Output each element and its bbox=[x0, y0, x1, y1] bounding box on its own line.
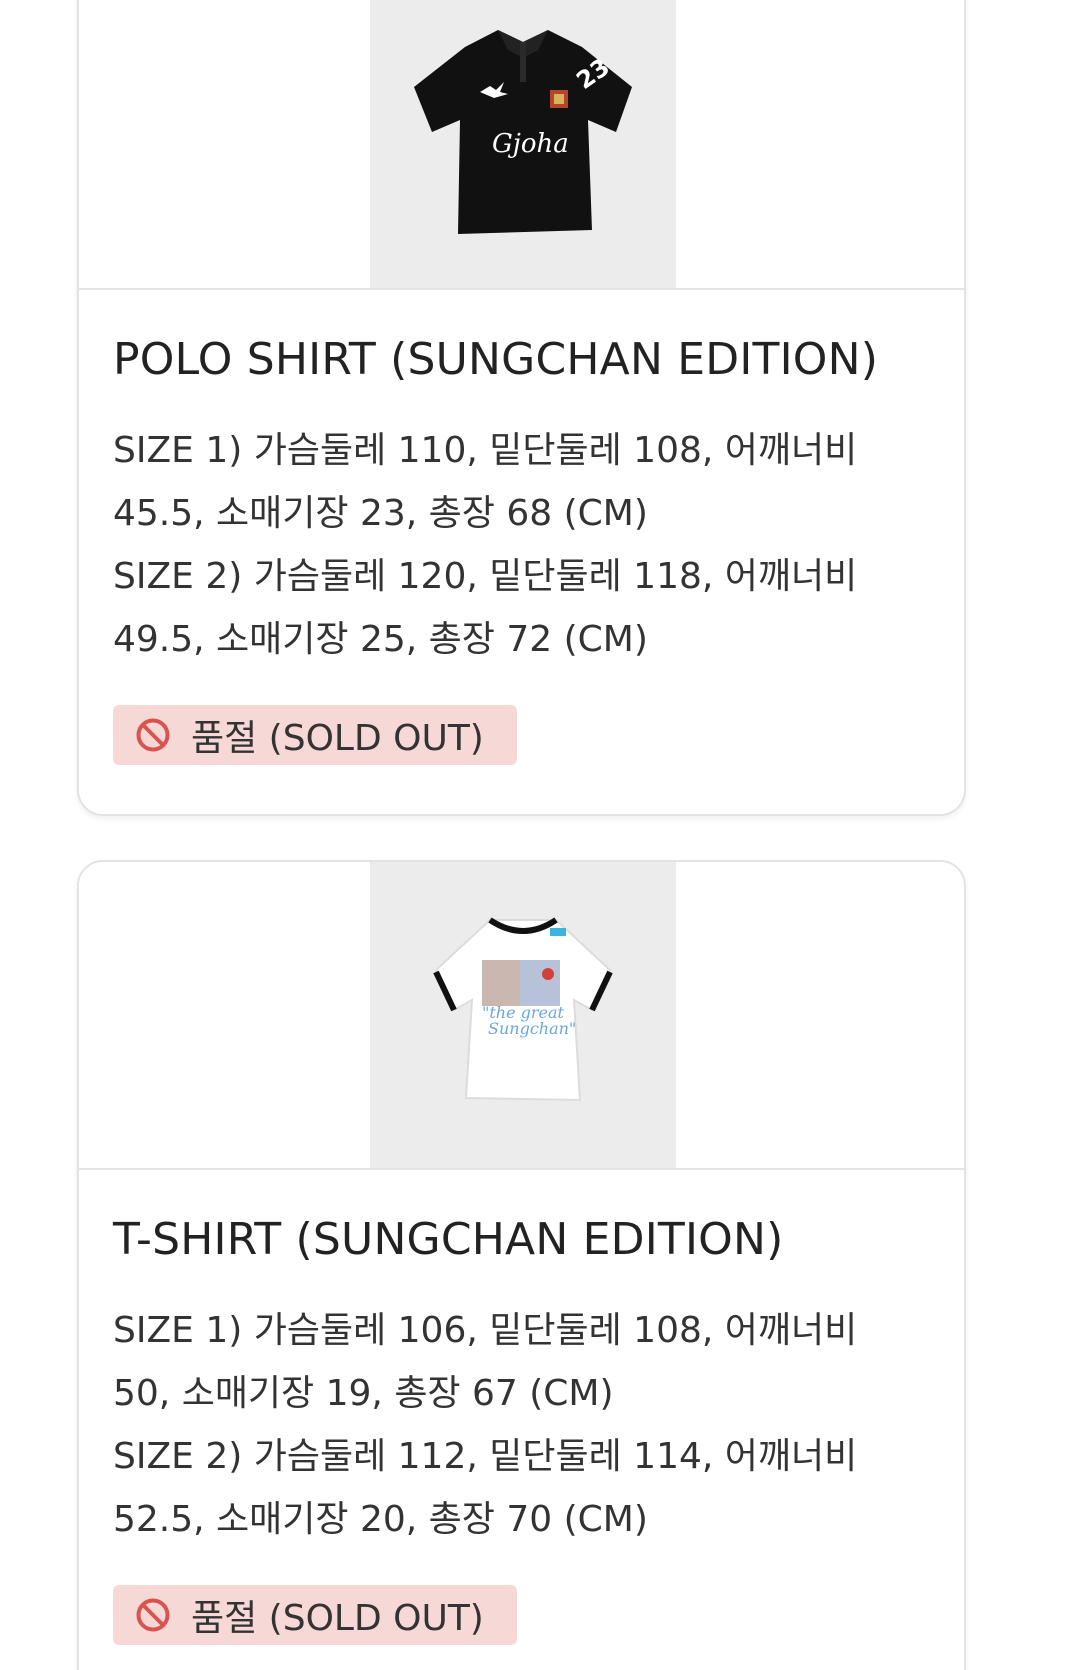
product-list: 23 Gjoha POLO SHIRT (SUNGCHAN EDITION) S… bbox=[0, 0, 1080, 1670]
sold-out-badge: 품절 (SOLD OUT) bbox=[113, 705, 517, 765]
size-spec-1: SIZE 1) 가슴둘레 106, 밑단둘레 108, 어깨너비 50, 소매기… bbox=[113, 1310, 858, 1414]
prohibited-icon bbox=[136, 718, 170, 752]
svg-text:Sungchan": Sungchan" bbox=[488, 1019, 576, 1038]
sold-out-label: 품절 (SOLD OUT) bbox=[191, 1598, 484, 1639]
polo-shirt-image[interactable]: 23 Gjoha bbox=[370, 0, 676, 288]
sold-out-label: 품절 (SOLD OUT) bbox=[191, 718, 484, 759]
size-spec-2: SIZE 2) 가슴둘레 120, 밑단둘레 118, 어깨너비 49.5, 소… bbox=[113, 556, 858, 660]
product-title: T-SHIRT (SUNGCHAN EDITION) bbox=[113, 1214, 784, 1265]
product-title: POLO SHIRT (SUNGCHAN EDITION) bbox=[113, 334, 879, 385]
size-spec-2: SIZE 2) 가슴둘레 112, 밑단둘레 114, 어깨너비 52.5, 소… bbox=[113, 1436, 858, 1540]
product-image-area: "the great Sungchan" bbox=[79, 862, 964, 1170]
product-card-tshirt[interactable]: "the great Sungchan" T-SHIRT (SUNGCHAN E… bbox=[77, 860, 966, 1670]
product-card-polo[interactable]: 23 Gjoha POLO SHIRT (SUNGCHAN EDITION) S… bbox=[77, 0, 966, 816]
sold-out-badge: 품절 (SOLD OUT) bbox=[113, 1585, 517, 1645]
size-spec-1: SIZE 1) 가슴둘레 110, 밑단둘레 108, 어깨너비 45.5, 소… bbox=[113, 430, 858, 534]
product-image-area: 23 Gjoha bbox=[79, 0, 964, 290]
tshirt-image[interactable]: "the great Sungchan" bbox=[370, 862, 676, 1168]
prohibited-icon bbox=[136, 1598, 170, 1632]
svg-text:Gjoha: Gjoha bbox=[492, 129, 569, 159]
